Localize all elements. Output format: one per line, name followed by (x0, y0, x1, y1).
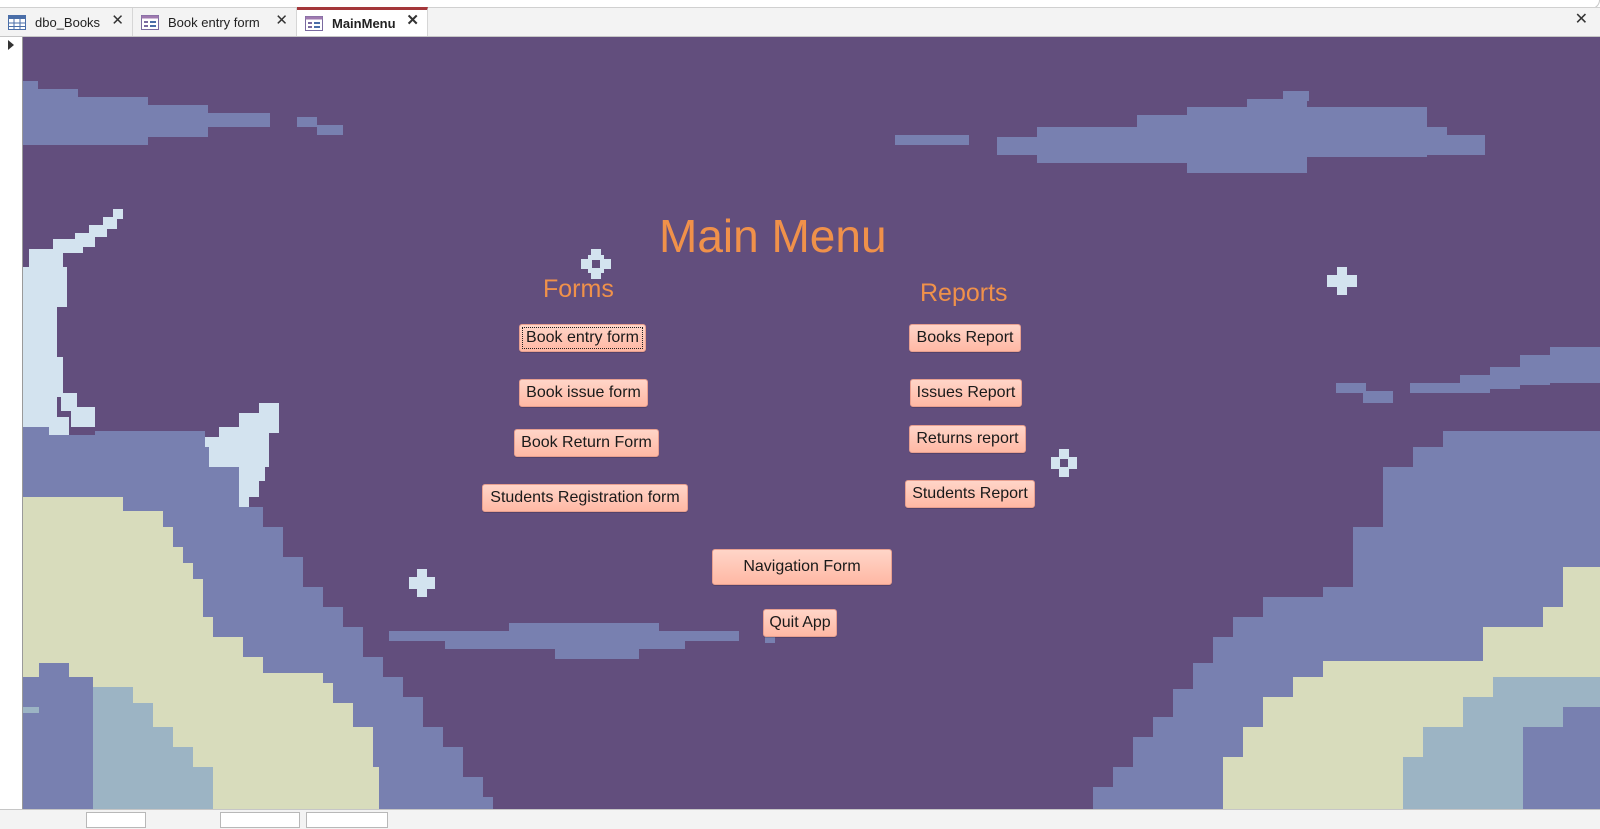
close-icon[interactable]: ✕ (406, 13, 419, 29)
tab-label: dbo_Books (35, 14, 101, 30)
form-icon (141, 14, 159, 30)
tab-dbo-books[interactable]: dbo_Books ✕ (0, 8, 133, 36)
star (409, 569, 435, 597)
status-field (86, 812, 146, 828)
status-bar (0, 809, 1600, 829)
book-return-form-button[interactable]: Book Return Form (514, 429, 659, 457)
tab-mainmenu[interactable]: MainMenu ✕ (297, 7, 428, 36)
ribbon-corner (1569, 0, 1600, 7)
forms-heading: Forms (543, 275, 614, 303)
reports-heading: Reports (920, 279, 1008, 307)
issues-report-button[interactable]: Issues Report (910, 379, 1022, 407)
quit-app-button[interactable]: Quit App (763, 609, 837, 637)
book-issue-form-button[interactable]: Book issue form (519, 379, 648, 407)
close-icon[interactable]: ✕ (111, 13, 124, 29)
form-icon (305, 15, 323, 31)
record-selector[interactable] (0, 37, 23, 828)
status-field (306, 812, 388, 828)
book-entry-form-button[interactable]: Book entry form (519, 324, 646, 352)
hill (23, 663, 99, 809)
table-icon (8, 14, 26, 30)
main-menu-form: Main Menu Forms Reports Book entry form … (23, 37, 1600, 809)
pixel-night-sky-background (23, 81, 1600, 809)
tab-label: MainMenu (332, 15, 396, 31)
document-tab-bar: dbo_Books ✕ Book entry form ✕ MainMenu ✕… (0, 7, 1600, 37)
students-report-button[interactable]: Students Report (905, 480, 1035, 508)
cloud (23, 81, 343, 145)
returns-report-button[interactable]: Returns report (909, 425, 1026, 453)
record-arrow-icon (8, 40, 14, 50)
status-field (220, 812, 300, 828)
cloud (389, 623, 775, 659)
page-title: Main Menu (659, 210, 887, 262)
tab-label: Book entry form (168, 14, 260, 30)
books-report-button[interactable]: Books Report (909, 324, 1021, 352)
cloud (1336, 347, 1600, 403)
star (1327, 267, 1357, 295)
navigation-form-button[interactable]: Navigation Form (712, 549, 892, 585)
tab-book-entry-form[interactable]: Book entry form ✕ (133, 8, 297, 36)
close-icon[interactable]: ✕ (1575, 12, 1588, 28)
students-registration-form-button[interactable]: Students Registration form (482, 484, 688, 512)
close-icon[interactable]: ✕ (275, 13, 288, 29)
cloud (895, 91, 1485, 173)
ribbon-edge (0, 0, 1600, 8)
